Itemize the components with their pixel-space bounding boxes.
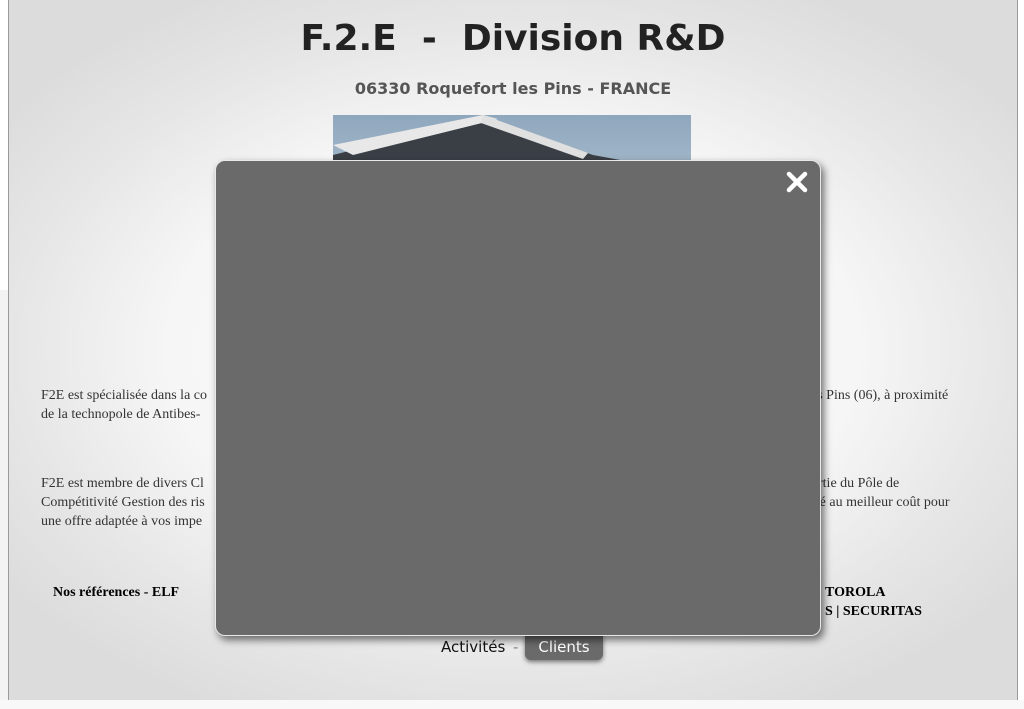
page-title: F.2.E - Division R&D <box>300 18 726 59</box>
references-right-line2: S | SECURITAS <box>825 604 922 619</box>
membership-text-line2-right: lité au meilleur coût pour <box>808 495 950 510</box>
tab-activites[interactable]: Activités <box>441 638 505 656</box>
references-right-line1: TOROLA <box>825 585 886 600</box>
membership-text-right: rtie du Pôle de <box>818 476 900 491</box>
left-edge <box>0 290 8 709</box>
membership-text-line3: une offre adaptée à vos impe <box>41 514 203 529</box>
membership-text-line2-left: Compétitivité Gestion des ris <box>41 495 205 510</box>
page-subtitle: 06330 Roquefort les Pins - FRANCE <box>354 79 672 98</box>
lightbox-modal <box>215 160 821 636</box>
membership-text-left: F2E est membre de divers Cl <box>41 476 204 491</box>
intro-text-left: F2E est spécialisée dans la co <box>41 388 208 403</box>
tab-separator: - <box>513 638 519 656</box>
tab-clients[interactable]: Clients <box>525 635 603 660</box>
intro-text-right: es Pins (06), à proximité <box>811 388 949 403</box>
bottom-strip <box>0 700 1024 709</box>
close-icon <box>786 171 808 193</box>
references-label: Nos références - ELF <box>53 585 180 600</box>
close-button[interactable] <box>784 169 810 195</box>
intro-text-line2: de la technopole de Antibes- <box>41 407 201 422</box>
